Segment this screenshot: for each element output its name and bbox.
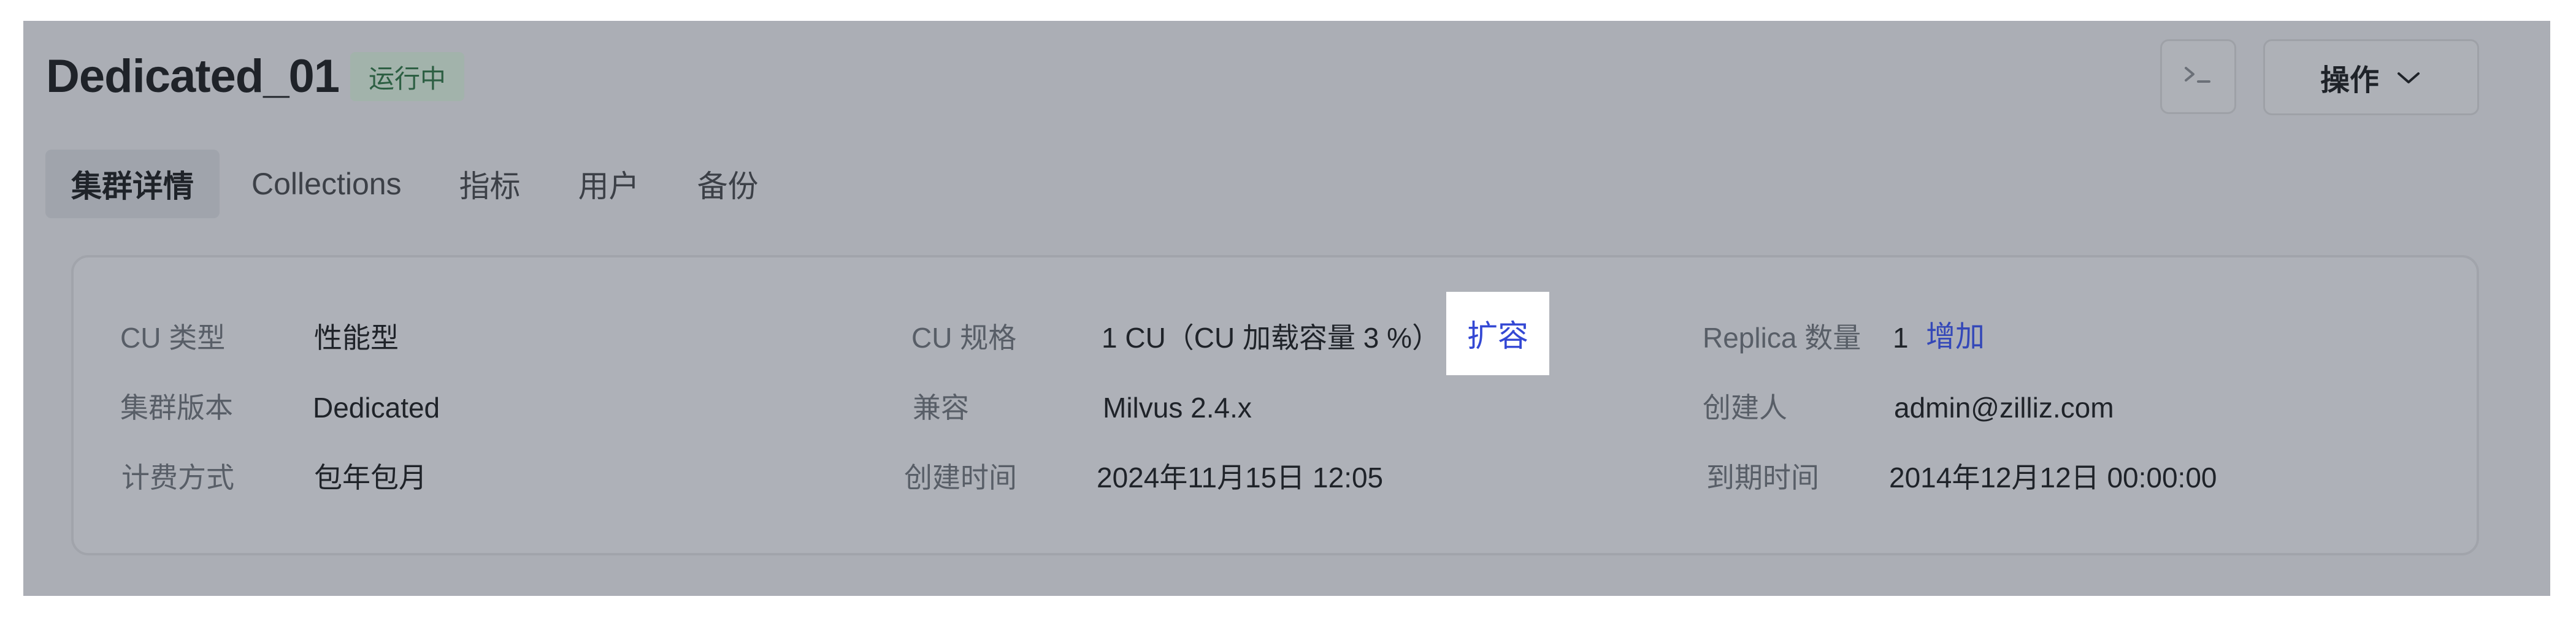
cu-type-label: CU 类型 <box>120 322 226 354</box>
creator-value: admin@zilliz.com <box>1894 392 2114 424</box>
actions-label: 操作 <box>2320 64 2379 97</box>
billing-value: 包年包月 <box>314 462 427 494</box>
cu-spec-label: CU 规格 <box>911 322 1017 354</box>
billing-label: 计费方式 <box>121 462 234 494</box>
terminal-button[interactable] <box>2160 39 2236 114</box>
created-time-value: 2024年11月15日 12:05 <box>1097 462 1384 494</box>
compat-value: Milvus 2.4.x <box>1103 392 1252 424</box>
tab-users[interactable]: 用户 <box>553 150 665 218</box>
cu-spec-value: 1 CU（CU 加载容量 3 %） <box>1102 322 1441 354</box>
status-badge: 运行中 <box>350 52 465 101</box>
terminal-icon <box>2182 63 2214 91</box>
cluster-version-label: 集群版本 <box>120 392 233 424</box>
tab-backup[interactable]: 备份 <box>672 150 784 218</box>
tab-bar: 集群详情 Collections 指标 用户 备份 <box>45 150 791 218</box>
creator-label: 创建人 <box>1703 392 1787 424</box>
chevron-down-icon <box>2395 61 2422 94</box>
tab-collections[interactable]: Collections <box>226 150 427 218</box>
cluster-version-value: Dedicated <box>313 392 440 424</box>
add-replica-link[interactable]: 增加 <box>1926 322 1985 352</box>
cu-type-value: 性能型 <box>314 322 399 354</box>
expire-value: 2014年12月12日 00:00:00 <box>1889 462 2217 494</box>
compat-label: 兼容 <box>913 392 969 424</box>
replica-label: Replica 数量 <box>1703 322 1861 354</box>
actions-dropdown-button[interactable]: 操作 <box>2263 39 2479 115</box>
page-title: Dedicated_01 <box>46 50 340 102</box>
tab-cluster-details[interactable]: 集群详情 <box>45 150 220 218</box>
created-time-label: 创建时间 <box>904 462 1017 494</box>
replica-value: 1 <box>1893 322 1909 354</box>
header: Dedicated_01 运行中 <box>46 49 465 104</box>
expand-capacity-link[interactable]: 扩容 <box>1446 292 1549 375</box>
expire-label: 到期时间 <box>1706 462 1819 494</box>
tab-metrics[interactable]: 指标 <box>434 150 546 218</box>
